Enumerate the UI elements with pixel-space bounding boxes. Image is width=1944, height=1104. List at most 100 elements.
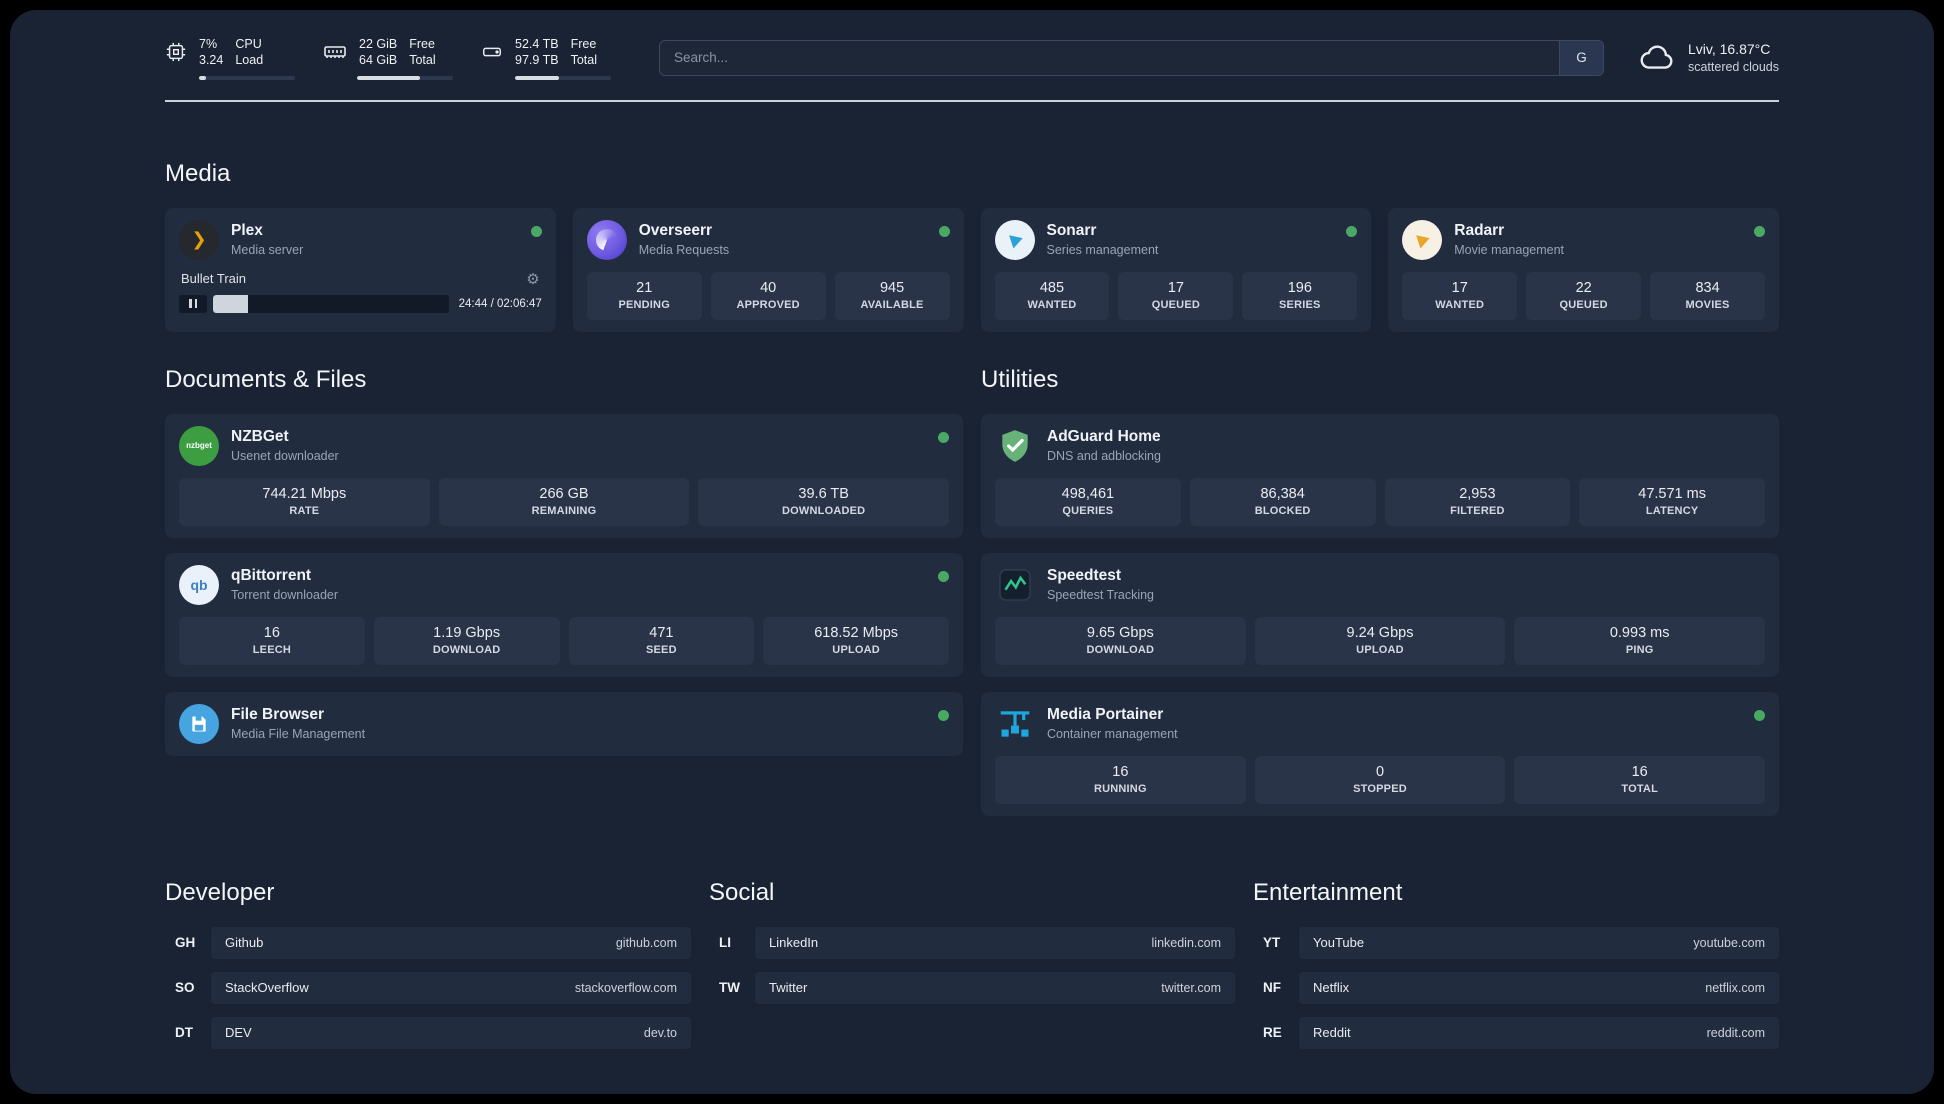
status-dot <box>938 709 949 721</box>
app-subtitle: Container management <box>1047 726 1178 741</box>
dashboard-screen: 7% 3.24 CPU Load 22 GiB 64 GiB Free Tota… <box>10 10 1934 1094</box>
ram-free-value: 22 GiB <box>359 37 398 51</box>
section-title-media: Media <box>165 159 231 187</box>
app-name: File Browser <box>231 705 325 723</box>
stat-leech: 16 LEECH <box>179 616 365 665</box>
bookmark-github[interactable]: GH Github github.com <box>165 926 691 959</box>
app-name: AdGuard Home <box>1047 427 1161 445</box>
sonarr-icon <box>994 219 1035 260</box>
plex-icon: ❯ <box>179 219 219 260</box>
app-subtitle: Speedtest Tracking <box>1047 587 1155 602</box>
search-input[interactable] <box>659 39 1604 76</box>
section-title-entertainment: Entertainment <box>1253 878 1403 906</box>
stat-pending: 21 PENDING <box>586 271 702 320</box>
stat-movies: 834 MOVIES <box>1650 271 1766 320</box>
app-name: Speedtest <box>1047 566 1122 584</box>
playback-time: 24:44 / 02:06:47 <box>458 297 542 310</box>
stat-seed: 471 SEED <box>568 616 755 665</box>
nzbget-icon: nzbget <box>179 425 219 466</box>
entertainment-bookmarks: Entertainment YT YouTube youtube.com NF … <box>1253 879 1779 1062</box>
stat-upload: 618.52 Mbps UPLOAD <box>763 616 949 665</box>
bookmark-dev[interactable]: DT DEV dev.to <box>165 1016 691 1049</box>
hard-drive-icon <box>481 41 503 63</box>
app-name: NZBGet <box>231 427 289 445</box>
cpu-label-1: CPU <box>235 37 262 51</box>
section-title-social: Social <box>709 878 775 906</box>
cloud-icon <box>1638 39 1676 77</box>
stat-wanted: 17 WANTED <box>1402 271 1518 320</box>
stat-download: 1.19 Gbps DOWNLOAD <box>373 616 560 665</box>
qbittorrent-icon: qb <box>179 564 219 605</box>
cpu-percent: 7% <box>199 37 218 51</box>
cpu-label-2: Load <box>235 53 264 68</box>
radarr-card[interactable]: Radarr Movie management 17 WANTED 22 QUE… <box>1388 207 1779 332</box>
stat-upload: 9.24 Gbps UPLOAD <box>1254 616 1506 665</box>
weather-widget[interactable]: Lviv, 16.87°C scattered clouds <box>1638 39 1779 77</box>
radarr-icon <box>1402 219 1443 260</box>
stat-running: 16 RUNNING <box>995 755 1246 804</box>
disk-free-value: 52.4 TB <box>515 37 559 51</box>
now-playing-title: Bullet Train <box>181 271 247 286</box>
now-playing-widget: Bullet Train ⚙ 24:44 / 02:06:47 <box>179 268 542 313</box>
adguard-shield-icon <box>995 426 1035 466</box>
adguard-card[interactable]: AdGuard Home DNS and adblocking 498,461 … <box>981 413 1779 538</box>
ram-total-value: 64 GiB <box>359 53 398 68</box>
cpu-progressbar <box>199 75 295 80</box>
developer-bookmarks: Developer GH Github github.com SO StackO… <box>165 879 691 1062</box>
filebrowser-icon <box>179 703 219 744</box>
stat-rate: 744.21 Mbps RATE <box>179 477 430 526</box>
playback-progressbar[interactable] <box>213 294 449 313</box>
app-subtitle: Movie management <box>1454 242 1565 257</box>
section-title-documents: Documents & Files <box>165 365 367 393</box>
portainer-card[interactable]: Media Portainer Container management 16 … <box>981 691 1779 816</box>
app-subtitle: Series management <box>1046 242 1159 257</box>
gear-icon[interactable]: ⚙ <box>526 270 539 288</box>
stat-queries: 498,461 QUERIES <box>995 477 1181 526</box>
bookmark-netflix[interactable]: NF Netflix netflix.com <box>1253 971 1779 1004</box>
stat-available: 945 AVAILABLE <box>834 271 950 320</box>
top-bar: 7% 3.24 CPU Load 22 GiB 64 GiB Free Tota… <box>165 36 1779 80</box>
stat-wanted: 485 WANTED <box>994 271 1110 320</box>
app-subtitle: Torrent downloader <box>231 587 339 602</box>
status-dot <box>530 225 542 237</box>
filebrowser-card[interactable]: File Browser Media File Management <box>165 691 963 756</box>
plex-card[interactable]: ❯ Plex Media server Bullet Train ⚙ 24:44… <box>165 207 556 332</box>
bookmark-twitter[interactable]: TW Twitter twitter.com <box>709 971 1235 1004</box>
topbar-divider <box>165 99 1779 102</box>
app-subtitle: Media File Management <box>231 726 366 741</box>
stat-remaining: 266 GB REMAINING <box>438 477 690 526</box>
stat-downloaded: 39.6 TB DOWNLOADED <box>698 477 950 526</box>
stat-queued: 17 QUEUED <box>1118 271 1234 320</box>
stat-series: 196 SERIES <box>1242 271 1358 320</box>
status-dot <box>938 570 949 582</box>
disk-label-1: Free <box>570 37 597 51</box>
app-subtitle: Usenet downloader <box>231 448 339 463</box>
stat-total: 16 TOTAL <box>1514 755 1766 804</box>
disk-progressbar <box>515 75 611 80</box>
overseerr-card[interactable]: Overseerr Media Requests 21 PENDING 40 A… <box>572 207 964 332</box>
documents-column: Documents & Files nzbget NZBGet Usenet d… <box>165 366 963 831</box>
cpu-icon <box>165 41 187 63</box>
sonarr-card[interactable]: Sonarr Series management 485 WANTED 17 Q… <box>980 207 1372 332</box>
bookmark-youtube[interactable]: YT YouTube youtube.com <box>1253 926 1779 959</box>
disk-total-value: 97.9 TB <box>515 53 559 68</box>
speedtest-chart-icon <box>995 565 1035 605</box>
bookmark-linkedin[interactable]: LI LinkedIn linkedin.com <box>709 926 1235 959</box>
nzbget-card[interactable]: nzbget NZBGet Usenet downloader 744.21 M… <box>165 413 963 538</box>
status-dot <box>938 431 949 443</box>
app-name: Radarr <box>1454 221 1505 239</box>
portainer-crane-icon <box>995 704 1035 744</box>
search-engine-button[interactable]: G <box>1558 40 1603 75</box>
bookmark-stackoverflow[interactable]: SO StackOverflow stackoverflow.com <box>165 971 691 1004</box>
app-name: Overseerr <box>638 221 713 239</box>
status-dot <box>938 225 950 237</box>
section-title-developer: Developer <box>165 878 275 906</box>
bookmark-reddit[interactable]: RE Reddit reddit.com <box>1253 1016 1779 1049</box>
app-subtitle: Media server <box>231 242 304 257</box>
speedtest-card[interactable]: Speedtest Speedtest Tracking 9.65 Gbps D… <box>981 552 1779 677</box>
app-subtitle: Media Requests <box>638 242 730 257</box>
weather-condition: scattered clouds <box>1687 59 1779 74</box>
weather-location: Lviv, 16.87°C <box>1687 40 1771 57</box>
pause-button[interactable] <box>179 294 207 313</box>
qbittorrent-card[interactable]: qb qBittorrent Torrent downloader 16 LEE… <box>165 552 963 677</box>
